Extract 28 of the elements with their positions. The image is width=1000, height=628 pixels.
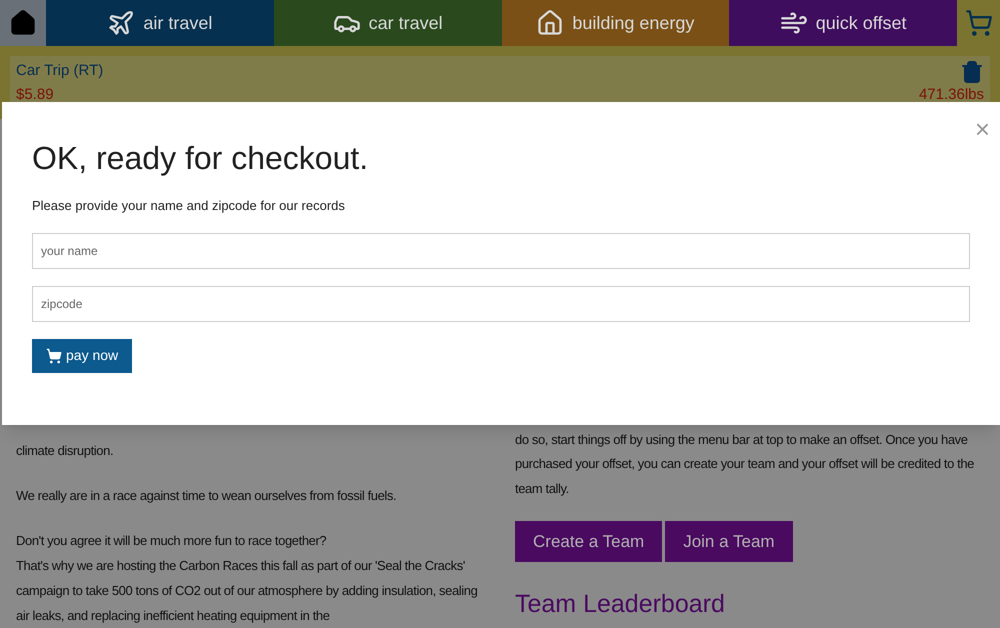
item-title: Car Trip (RT) [16,61,104,81]
pay-button[interactable]: pay now [32,338,132,372]
dialog-title: OK, ready for checkout. [32,139,370,178]
nav-tab[interactable]: car travel [274,0,502,46]
nav-tab[interactable]: quick offset [729,0,957,46]
text-field[interactable]: zipcode [32,286,970,322]
home-button[interactable] [0,0,46,46]
team-button[interactable]: Join a Team [665,521,793,562]
house-icon [536,9,564,37]
paragraph: That's why we are hosting the Carbon Races this fall as part of our 'Seal the Cracks' campaign to take 500 tons of CO2 out of our atmosphere by adding insulation, sealing air leaks, and replacing inefficient heating equipment in the [16,556,478,625]
airplane-icon [107,9,136,37]
dialog-subtitle: Please provide your name and zipcode for our records [32,197,346,215]
cart-icon [964,9,992,37]
cart-icon [46,348,62,364]
paragraph: do so, start things off by using the menu bar at top to make an offset. Once you have purchased your offset, you can create your team and your offset will be credited to the team tally. [515,430,976,498]
paragraph: climate disruption. [16,442,114,460]
delete-button[interactable] [960,60,984,84]
home-icon [9,9,37,37]
team-button[interactable]: Create a Team [515,521,662,562]
trash-icon [960,60,984,84]
item-price: $5.89 [16,85,54,105]
nav-tab[interactable]: air travel [46,0,274,46]
leaderboard-heading: Team Leaderboard [515,589,726,620]
paragraph: Don't you agree it will be much more fun to race together? [16,532,328,550]
paragraph: We really are in a race against time to wean ourselves from fossil fuels. [16,486,398,505]
nav-tab[interactable]: building energy [502,0,730,46]
text-field[interactable]: your name [32,232,970,268]
item-weight: 471.36lbs [918,85,984,105]
